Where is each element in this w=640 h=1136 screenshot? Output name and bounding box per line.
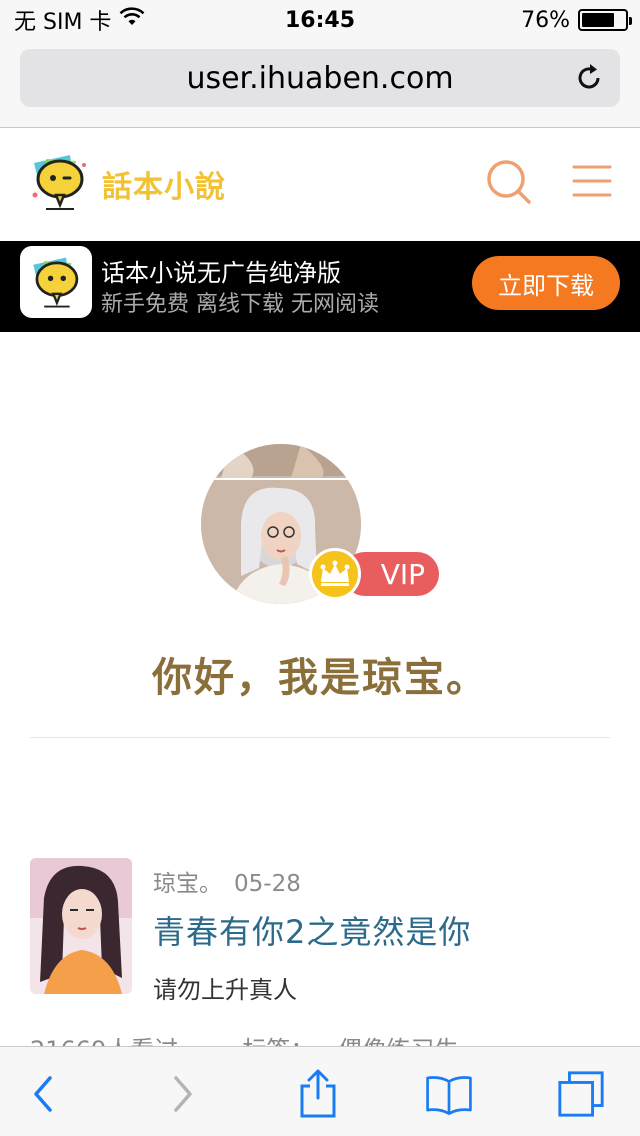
story-description: 请勿上升真人 <box>153 976 297 1004</box>
app-icon <box>20 246 92 318</box>
tabs-icon[interactable] <box>556 1069 606 1119</box>
app-download-banner[interactable]: 话本小说无广告纯净版 新手免费 离线下载 无网阅读 立即下载 <box>0 241 640 332</box>
status-left: 无 SIM 卡 <box>14 4 145 36</box>
promo-title: 话本小说无广告纯净版 <box>101 259 341 287</box>
story-meta: 琼宝。 05-28 <box>153 864 301 898</box>
address-bar[interactable]: user.ihuaben.com <box>20 49 620 107</box>
divider <box>30 737 610 738</box>
logo-bubble-icon <box>26 151 92 217</box>
browser-address-area: user.ihuaben.com <box>0 40 640 128</box>
download-button[interactable]: 立即下载 <box>472 256 620 310</box>
story-date: 05-28 <box>234 871 301 897</box>
story-author[interactable]: 琼宝。 <box>153 871 222 897</box>
reload-icon[interactable] <box>572 61 606 95</box>
logo-text: 話本小說 <box>102 170 226 205</box>
profile-greeting: 你好，我是琼宝。 <box>152 655 488 701</box>
battery-percent: 76% <box>521 7 570 33</box>
browser-toolbar <box>0 1046 640 1136</box>
status-right: 76% <box>521 7 632 33</box>
status-bar: 无 SIM 卡 16:45 76% <box>0 0 640 40</box>
back-icon[interactable] <box>18 1069 68 1119</box>
forward-icon[interactable] <box>158 1069 208 1119</box>
search-icon[interactable] <box>484 157 534 207</box>
crown-icon <box>309 548 361 600</box>
wifi-icon <box>119 7 145 33</box>
site-header: 話本小說 <box>0 129 640 241</box>
story-cover[interactable] <box>30 858 132 994</box>
menu-icon[interactable] <box>570 161 614 201</box>
story-title[interactable]: 青春有你2之竟然是你 <box>153 907 471 953</box>
carrier-label: 无 SIM 卡 <box>14 10 112 35</box>
battery-fill <box>582 13 614 27</box>
battery-icon <box>578 9 632 31</box>
site-logo[interactable]: 話本小說 <box>26 151 226 217</box>
url-text: user.ihuaben.com <box>186 60 454 96</box>
vip-badge: VIP <box>309 548 441 600</box>
share-icon[interactable] <box>293 1069 343 1119</box>
bookmarks-icon[interactable] <box>424 1069 474 1119</box>
promo-subtitle: 新手免费 离线下载 无网阅读 <box>101 292 379 317</box>
